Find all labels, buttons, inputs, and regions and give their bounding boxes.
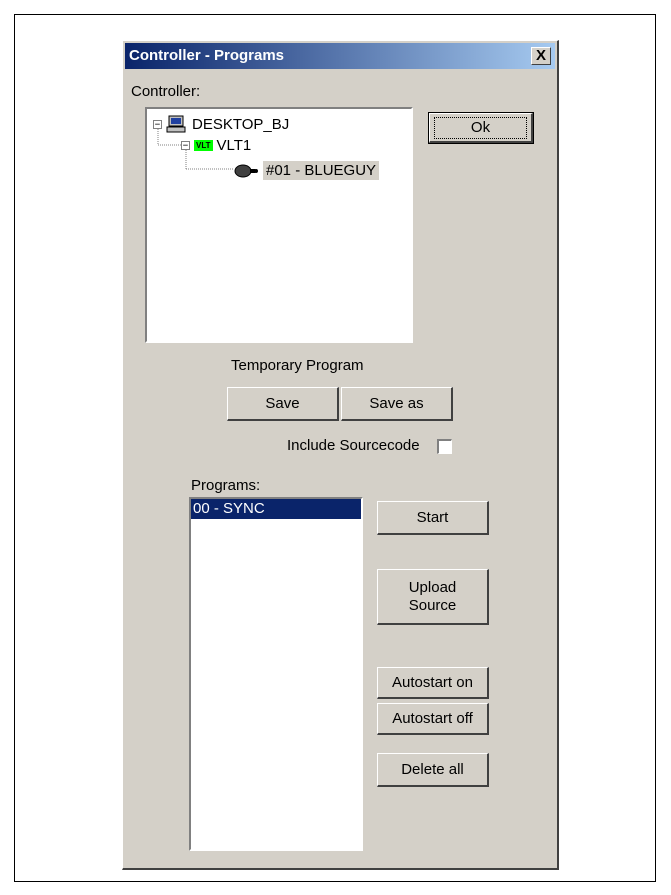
delete-all-button[interactable]: Delete all bbox=[377, 753, 489, 787]
save-as-button[interactable]: Save as bbox=[341, 387, 453, 421]
ok-button-label: Ok bbox=[433, 116, 528, 139]
autostart-off-button[interactable]: Autostart off bbox=[377, 703, 489, 735]
close-button[interactable]: X bbox=[531, 47, 551, 65]
tree-connector-lines bbox=[157, 129, 233, 170]
include-sourcecode-checkbox[interactable] bbox=[437, 439, 452, 454]
list-item[interactable]: 00 - SYNC bbox=[191, 499, 361, 519]
include-sourcecode-label: Include Sourcecode bbox=[287, 437, 420, 454]
controller-label: Controller: bbox=[131, 83, 201, 100]
start-button[interactable]: Start bbox=[377, 501, 489, 535]
upload-source-line1: Upload bbox=[408, 578, 457, 596]
ok-button[interactable]: Ok bbox=[428, 112, 534, 144]
temporary-program-label: Temporary Program bbox=[231, 357, 364, 374]
save-button[interactable]: Save bbox=[227, 387, 339, 421]
controller-programs-dialog: Controller - Programs X Controller: − DE… bbox=[122, 40, 559, 870]
controller-tree[interactable]: − DESKTOP_BJ − VLT VLT1 #01 - BLUEGUY bbox=[145, 107, 413, 343]
programs-list[interactable]: 00 - SYNC bbox=[189, 497, 363, 851]
autostart-on-button[interactable]: Autostart on bbox=[377, 667, 489, 699]
dialog-title: Controller - Programs bbox=[129, 47, 285, 64]
close-icon: X bbox=[535, 47, 546, 64]
programs-label: Programs: bbox=[191, 477, 261, 494]
upload-source-line2: Source bbox=[408, 596, 457, 614]
title-bar: Controller - Programs X bbox=[125, 43, 555, 69]
upload-source-button[interactable]: Upload Source bbox=[377, 569, 489, 625]
